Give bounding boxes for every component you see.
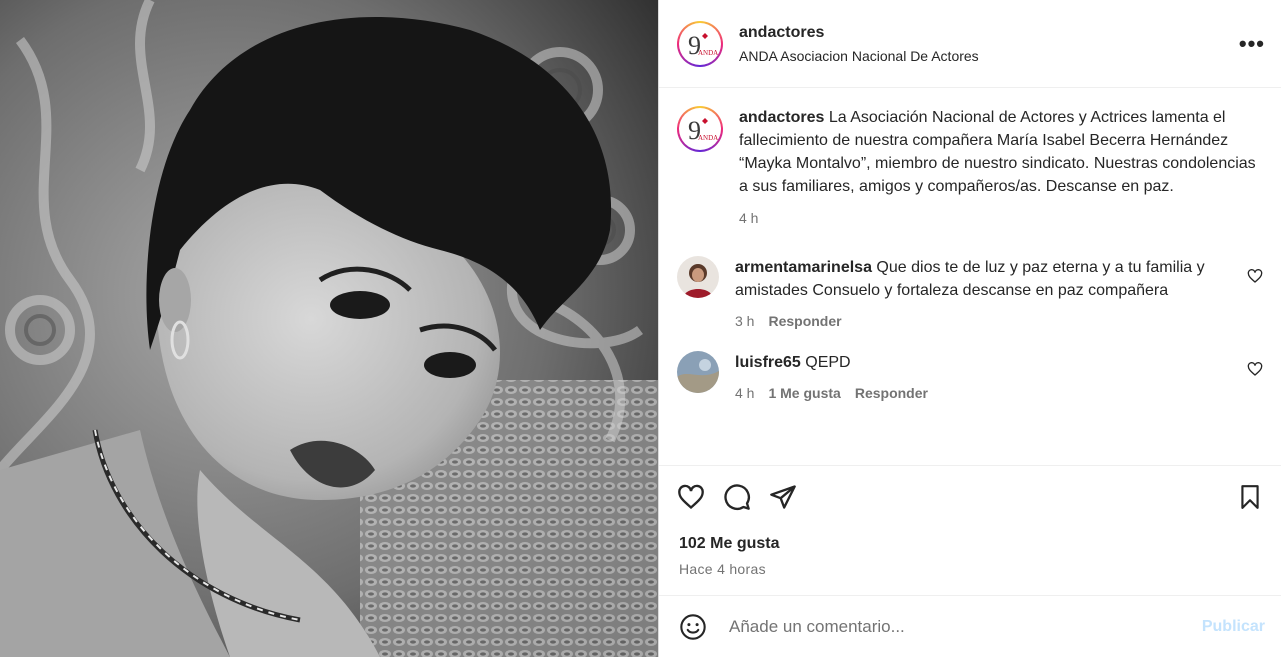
emoji-icon[interactable] <box>679 613 707 641</box>
commenter-avatar[interactable] <box>677 256 719 298</box>
post-header: 9 ANDA andactores ANDA Asociacion Nacion… <box>659 0 1281 88</box>
header-account-name: ANDA Asociacion Nacional De Actores <box>739 47 979 64</box>
like-comment-icon[interactable] <box>1247 361 1263 382</box>
post-photo[interactable] <box>0 0 658 657</box>
likes-count[interactable]: 102 Me gusta <box>659 527 1281 553</box>
comment-username[interactable]: luisfre65 <box>735 354 801 371</box>
comment-likes-count[interactable]: 1 Me gusta <box>768 382 840 405</box>
more-options-icon[interactable]: ••• <box>1239 31 1265 57</box>
like-heart-icon[interactable] <box>677 483 705 511</box>
post-actions-bar <box>659 465 1281 527</box>
commenter-avatar[interactable] <box>677 351 719 393</box>
profile-avatar[interactable]: 9 ANDA <box>677 20 723 67</box>
caption-avatar[interactable]: 9 ANDA <box>677 106 723 152</box>
logo-text: ANDA <box>698 49 718 57</box>
comment-text-block: armentamarinelsa Que dios te de luz y pa… <box>735 256 1231 302</box>
header-username[interactable]: andactores <box>739 24 1239 42</box>
comment-item: armentamarinelsa Que dios te de luz y pa… <box>677 256 1265 333</box>
publish-button[interactable]: Publicar <box>1202 618 1265 636</box>
comment-time[interactable]: 3 h <box>735 310 754 333</box>
comment-text-block: luisfre65 QEPD <box>735 351 1231 374</box>
caption-text-block: andactores La Asociación Nacional de Act… <box>739 106 1265 198</box>
comment-bubble-icon[interactable] <box>723 483 751 511</box>
comment-input[interactable] <box>727 615 1202 638</box>
comment-username[interactable]: armentamarinelsa <box>735 259 872 276</box>
comments-section: 9 ANDA andactores La Asociación Nacional… <box>659 88 1281 465</box>
share-paper-plane-icon[interactable] <box>769 483 797 511</box>
comment-text: QEPD <box>805 354 851 371</box>
add-comment-bar: Publicar <box>659 595 1281 657</box>
post-modal: 9 ANDA andactores ANDA Asociacion Nacion… <box>0 0 1281 657</box>
post-side-panel: 9 ANDA andactores ANDA Asociacion Nacion… <box>658 0 1281 657</box>
bookmark-icon[interactable] <box>1237 483 1263 511</box>
portrait-image <box>0 0 658 657</box>
comment-item: luisfre65 QEPD 4 h 1 Me gusta Responder <box>677 351 1265 405</box>
logo-text: ANDA <box>698 134 718 142</box>
comment-time[interactable]: 4 h <box>735 382 754 405</box>
anda-logo-icon: 9 ANDA <box>688 116 718 145</box>
caption-time[interactable]: 4 h <box>739 207 758 230</box>
anda-logo-icon: 9 ANDA <box>688 31 718 60</box>
post-timestamp[interactable]: Hace 4 horas <box>659 553 1281 577</box>
reply-button[interactable]: Responder <box>768 310 841 333</box>
caption-username[interactable]: andactores <box>739 109 824 126</box>
caption: 9 ANDA andactores La Asociación Nacional… <box>677 106 1265 230</box>
reply-button[interactable]: Responder <box>855 382 928 405</box>
like-comment-icon[interactable] <box>1247 268 1263 289</box>
